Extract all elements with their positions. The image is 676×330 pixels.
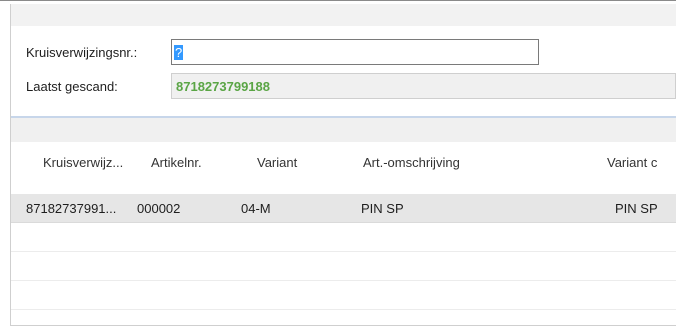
column-header-variant[interactable]: Variant — [257, 155, 297, 170]
table-cell: PIN SP — [615, 201, 658, 216]
cross-ref-input-value: ? — [174, 44, 184, 60]
empty-row — [11, 281, 676, 310]
column-header-cross-ref[interactable]: Kruisverwijz... — [43, 155, 123, 170]
column-header-article-no[interactable]: Artikelnr. — [151, 155, 202, 170]
column-header-variant-desc[interactable]: Variant c — [607, 155, 657, 170]
last-scanned-label: Laatst gescand: — [26, 79, 118, 94]
column-header-description[interactable]: Art.-omschrijving — [363, 155, 460, 170]
panel-header-strip — [11, 4, 676, 26]
grid-header: Kruisverwijz... Artikelnr. Variant Art.-… — [11, 142, 676, 188]
empty-row — [11, 252, 676, 281]
table-cell: 87182737991... — [26, 201, 117, 216]
window-top-border — [0, 0, 676, 1]
last-scanned-field: 8718273799188 — [171, 73, 676, 99]
table-cell: 000002 — [137, 201, 181, 216]
last-scanned-value: 8718273799188 — [176, 78, 270, 94]
table-cell: 04-M — [241, 201, 271, 216]
table-row[interactable]: 87182737991... 000002 04-M PIN SP PIN SP — [11, 194, 676, 223]
table-cell: PIN SP — [361, 201, 404, 216]
grid-toolbar-strip — [11, 118, 676, 142]
cross-ref-label: Kruisverwijzingsnr.: — [26, 45, 138, 60]
cross-ref-input[interactable]: ? — [171, 39, 539, 65]
empty-row — [11, 223, 676, 252]
